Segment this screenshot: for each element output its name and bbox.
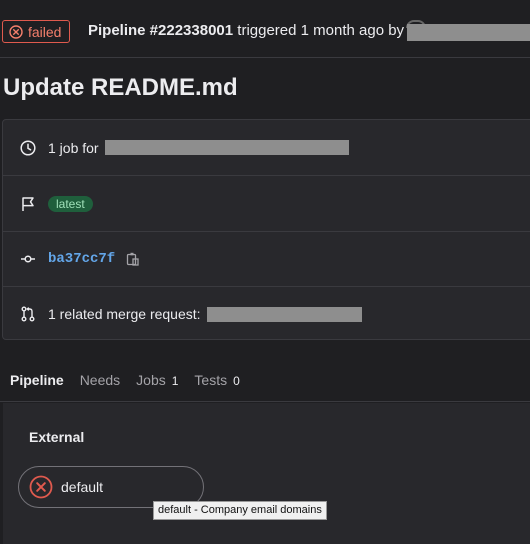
tab-tests-count: 0 [233,374,240,388]
job-failed-icon [29,475,53,499]
redacted-merge-request[interactable] [206,306,362,322]
redacted-username [407,24,530,41]
latest-badge: latest [48,195,93,212]
tab-jobs-count: 1 [171,374,179,388]
pipeline-graph: External default [3,403,530,544]
pipeline-tabs: Pipeline Needs Jobs 1 Tests 0 [0,360,530,402]
jobs-text: 1 job for [48,139,99,156]
merge-request-text: 1 related merge request: [48,306,201,322]
commit-icon [19,250,37,268]
tab-tests-label: Tests [194,372,228,388]
tab-jobs-label: Jobs [136,372,166,388]
job-name: default [61,479,104,495]
copy-icon[interactable] [125,251,141,267]
commit-row: ba37cc7f [3,231,530,287]
commit-sha-link[interactable]: ba37cc7f [48,251,115,267]
merge-request-row: 1 related merge request: [3,286,530,342]
pipeline-info-card: 1 job for latest ba37cc7f 1 related merg… [2,119,530,340]
tab-pipeline[interactable]: Pipeline [10,360,64,388]
merge-request-icon [19,305,37,323]
redacted-ref [104,140,349,155]
stage-title: External [29,429,85,445]
tab-jobs[interactable]: Jobs 1 [136,360,178,388]
pipeline-summary: Pipeline #222338001 triggered 1 month ag… [88,22,404,39]
latest-row: latest [3,176,530,232]
tab-tests[interactable]: Tests 0 [194,360,239,388]
status-badge-label: failed [28,23,62,40]
pipeline-id: Pipeline #222338001 [88,22,234,39]
jobs-row: 1 job for [3,120,530,176]
tab-needs[interactable]: Needs [80,360,120,388]
status-badge-failed[interactable]: failed [2,20,71,43]
status-failed-icon [9,24,23,39]
job-tooltip: default - Company email domains [153,501,327,520]
tab-pipeline-label: Pipeline [10,372,64,388]
flag-icon [19,195,37,213]
page-title: Update README.md [3,74,238,101]
pipeline-header: failed Pipeline #222338001 triggered 1 m… [0,0,530,58]
triggered-text: triggered 1 month ago by [237,22,405,39]
clock-icon [19,139,37,157]
tab-needs-label: Needs [79,372,121,388]
